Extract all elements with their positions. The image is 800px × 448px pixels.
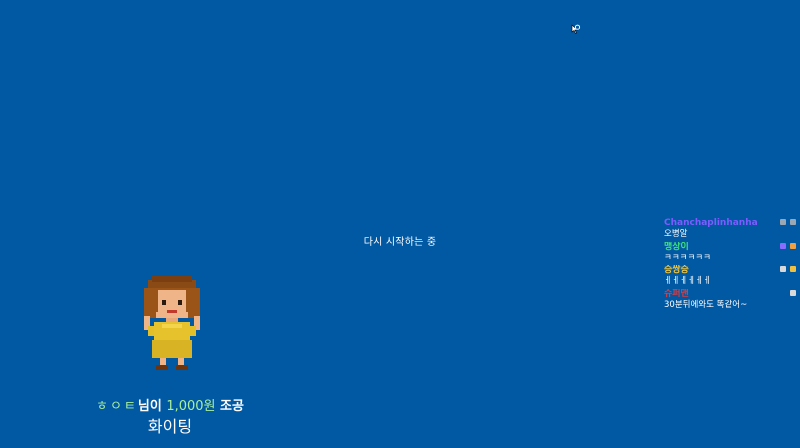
pixel-character-icon — [140, 276, 204, 372]
chat-text: 30분뒤에와도 똑같어~ — [664, 299, 748, 310]
chat-message: Chanchaplinhanha 오병알 — [664, 218, 800, 242]
chat-text: ㅔㅔㅔㅔㅔㅔ — [664, 276, 711, 286]
chat-badges — [780, 219, 796, 225]
chat-message: 맹상이 ㅋㅋㅋㅋㅋㅋ — [664, 242, 800, 266]
chat-badges — [780, 266, 796, 272]
badge-icon — [790, 219, 796, 225]
donation-message: 화이팅 — [147, 417, 193, 436]
badge-icon — [790, 289, 796, 296]
badge-icon — [780, 242, 786, 249]
chat-username: 슈퍼맨 — [664, 288, 689, 299]
chat-overlay: Chanchaplinhanha 오병알 맹상이 ㅋㅋㅋㅋㅋㅋ 승쌍승 ㅔㅔㅔㅔ… — [664, 218, 800, 312]
chat-message: 승쌍승 ㅔㅔㅔㅔㅔㅔ — [664, 265, 800, 289]
chat-message: 슈퍼맨 30분뒤에와도 똑같어~ — [664, 289, 800, 313]
badge-icon — [790, 242, 796, 249]
chat-text: ㅋㅋㅋㅋㅋㅋ — [664, 252, 711, 263]
donation-line: ㅎㅇㅌ님이 1,000원 조공 — [0, 398, 340, 416]
badge-icon — [780, 266, 786, 272]
donation-suffix-2: 조공 — [215, 399, 244, 414]
chat-badges — [780, 242, 796, 249]
donation-amount: 1,000원 — [166, 399, 216, 414]
donation-suffix: 님이 — [137, 399, 167, 414]
busy-cursor-icon — [571, 24, 581, 36]
badge-icon — [780, 219, 786, 225]
donation-alert: ㅎㅇㅌ님이 1,000원 조공 화이팅 — [0, 398, 340, 438]
chat-badges — [790, 289, 796, 296]
badge-icon — [790, 266, 796, 272]
donor-name: ㅎㅇㅌ — [96, 399, 138, 414]
chat-text: 오병알 — [664, 229, 688, 239]
